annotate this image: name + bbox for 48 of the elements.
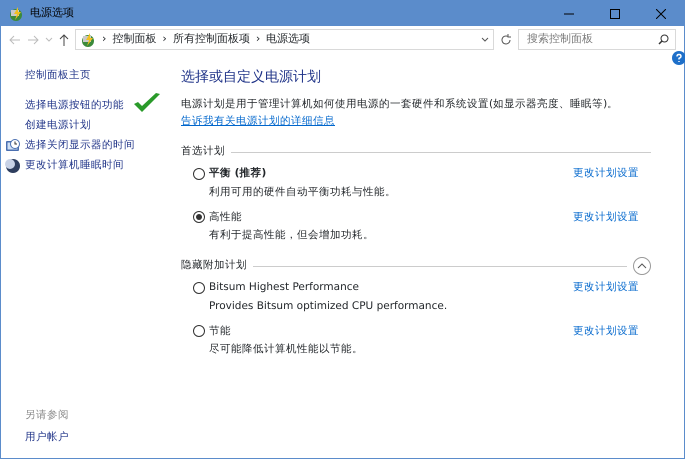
details-link[interactable]: 告诉我有关电源计划的详细信息 xyxy=(181,115,335,127)
search-box[interactable]: 搜索控制面板 xyxy=(518,29,676,50)
power-options-icon xyxy=(8,6,24,22)
section-title: 隐藏附加计划 xyxy=(181,258,247,274)
change-plan-settings-link[interactable]: 更改计划设置 xyxy=(573,166,639,200)
address-bar[interactable]: › 控制面板 › 所有控制面板项 › 电源选项 xyxy=(75,29,494,50)
breadcrumb-link[interactable]: 控制面板 xyxy=(112,31,156,48)
intro-text: 电源计划是用于管理计算机如何使用电源的一套硬件和系统设置(如显示器亮度、睡眠等)。 告诉我有关电源计划的详细信息 xyxy=(181,97,620,129)
help-icon[interactable] xyxy=(672,51,685,65)
breadcrumb-link[interactable]: 电源选项 xyxy=(266,31,310,48)
plan-description: Provides Bitsum optimized CPU performance. xyxy=(208,298,448,314)
breadcrumb-separator: › xyxy=(256,31,260,48)
plan-radio[interactable]: 高性能 xyxy=(193,210,374,226)
plan-description: 有利于提高性能，但会增加功耗。 xyxy=(208,228,374,244)
search-icon xyxy=(658,34,669,45)
change-plan-settings-link[interactable]: 更改计划设置 xyxy=(573,280,639,314)
checkmark-icon xyxy=(132,92,162,114)
maximize-icon xyxy=(610,8,620,18)
breadcrumb-separator: › xyxy=(162,31,167,48)
change-plan-settings-link[interactable]: 更改计划设置 xyxy=(573,210,639,244)
plan-radio[interactable]: 节能 xyxy=(193,324,363,340)
window-title: 电源选项 xyxy=(30,5,74,22)
address-dropdown[interactable] xyxy=(481,36,489,42)
plan-description: 利用可用的硬件自动平衡功耗与性能。 xyxy=(208,184,396,200)
change-plan-settings-link[interactable]: 更改计划设置 xyxy=(573,324,639,358)
sidebar-link[interactable]: 选择电源按钮的功能 xyxy=(1,96,124,116)
collapse-button[interactable] xyxy=(633,257,651,275)
breadcrumb-separator: › xyxy=(102,31,106,48)
sidebar-link[interactable]: 控制面板主页 xyxy=(1,66,91,86)
sidebar-link[interactable]: 用户帐户 xyxy=(1,428,69,448)
refresh-button[interactable] xyxy=(500,34,512,46)
power-options-icon xyxy=(80,32,96,48)
moon-icon xyxy=(5,158,21,174)
plan-radio[interactable]: 平衡 (推荐) xyxy=(193,166,396,182)
chevron-down-icon xyxy=(481,36,489,42)
sidebar-link[interactable]: 更改计算机睡眠时间 xyxy=(1,156,124,176)
plan-radio[interactable]: Bitsum Highest Performance xyxy=(193,280,448,296)
section-title: 首选计划 xyxy=(181,144,225,160)
see-also-heading: 另请参阅 xyxy=(24,408,70,423)
up-button[interactable] xyxy=(59,34,69,46)
plan-description: 尽可能降低计算机性能以节能。 xyxy=(208,342,363,358)
page-heading: 选择或自定义电源计划 xyxy=(181,68,322,87)
close-icon xyxy=(656,8,666,18)
sidebar-link[interactable]: 选择关闭显示器的时间 xyxy=(1,136,135,156)
monitor-icon xyxy=(5,138,21,154)
chevron-up-icon xyxy=(637,263,647,269)
sidebar-link[interactable]: 创建电源计划 xyxy=(1,116,91,136)
breadcrumb-link[interactable]: 所有控制面板项 xyxy=(172,31,250,48)
